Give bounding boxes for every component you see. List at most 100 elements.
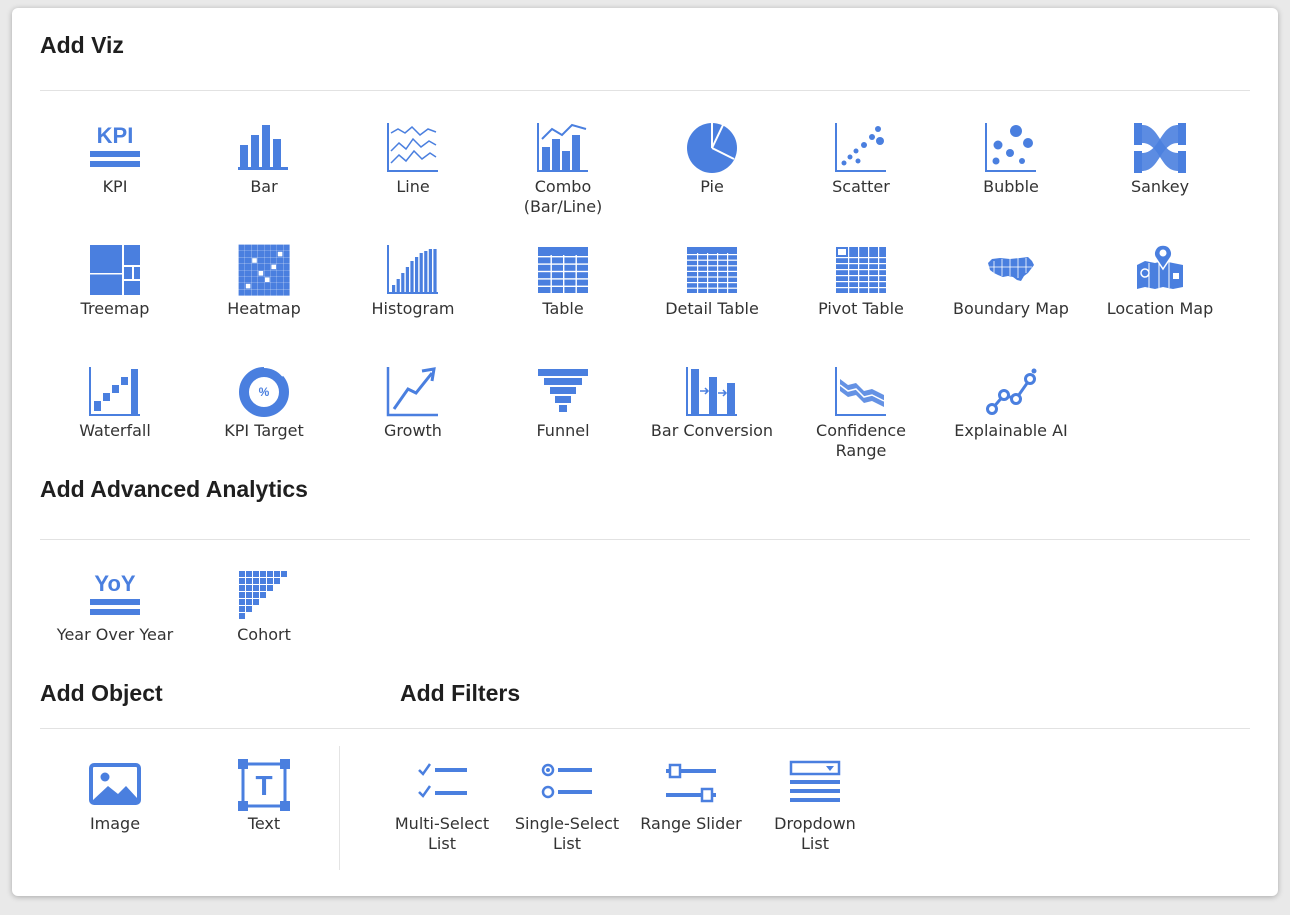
- tile-label: Scatter: [832, 177, 890, 196]
- tile-bubble-chart[interactable]: Bubble: [936, 121, 1086, 197]
- tile-histogram[interactable]: Histogram: [338, 243, 488, 319]
- section-title-add-filters: Add Filters: [400, 680, 521, 706]
- tile-label: Funnel: [536, 421, 590, 440]
- tile-label: Confidence Range: [816, 421, 906, 460]
- tile-label: Histogram: [371, 299, 455, 318]
- tile-scatter-chart[interactable]: Scatter: [786, 121, 936, 197]
- bar-conversion-icon: [685, 365, 739, 419]
- tile-pivot-table[interactable]: Pivot Table: [786, 243, 936, 319]
- tile-label: Image: [89, 814, 141, 833]
- tile-label: Text: [247, 814, 281, 833]
- svg-text:YoY: YoY: [94, 571, 135, 596]
- tile-label: Line: [396, 177, 430, 196]
- tile-label: Location Map: [1106, 299, 1214, 318]
- tile-label: Sankey: [1130, 177, 1190, 196]
- detail-table-icon: [685, 243, 739, 297]
- bubble-chart-icon: [984, 121, 1038, 175]
- tile-table[interactable]: Table: [488, 243, 638, 319]
- tile-pie-chart[interactable]: Pie: [637, 121, 787, 197]
- heatmap-icon: [237, 243, 291, 297]
- histogram-icon: [386, 243, 440, 297]
- confidence-range-icon: [834, 365, 888, 419]
- tile-location-map[interactable]: Location Map: [1085, 243, 1235, 319]
- vertical-divider: [339, 746, 340, 870]
- tile-label: KPI: [102, 177, 128, 196]
- tile-combo-chart[interactable]: Combo (Bar/Line): [488, 121, 638, 217]
- section-title-add-viz: Add Viz: [40, 32, 124, 58]
- tile-detail-table[interactable]: Detail Table: [637, 243, 787, 319]
- tile-label: Bar Conversion: [650, 421, 774, 440]
- pie-chart-icon: [685, 121, 739, 175]
- tile-heatmap[interactable]: Heatmap: [189, 243, 339, 319]
- text-box-icon: T: [237, 758, 291, 812]
- tile-sankey-chart[interactable]: Sankey: [1085, 121, 1235, 197]
- tile-label: Year Over Year: [56, 625, 174, 644]
- growth-chart-icon: [386, 365, 440, 419]
- tile-bar-chart[interactable]: Bar: [189, 121, 339, 197]
- tile-label: Combo (Bar/Line): [523, 177, 603, 216]
- tile-label: KPI Target: [224, 421, 304, 440]
- tile-label: Growth: [384, 421, 442, 440]
- tile-label: Heatmap: [227, 299, 301, 318]
- boundary-map-icon: [984, 243, 1038, 297]
- tile-image[interactable]: Image: [40, 758, 190, 834]
- divider: [40, 539, 1250, 540]
- divider: [40, 90, 1250, 91]
- tile-line-chart[interactable]: Line: [338, 121, 488, 197]
- table-icon: [536, 243, 590, 297]
- bar-chart-icon: [237, 121, 291, 175]
- svg-text:T: T: [255, 770, 272, 801]
- funnel-chart-icon: [536, 365, 590, 419]
- treemap-icon: [88, 243, 142, 297]
- tile-kpi[interactable]: KPI KPI: [40, 121, 190, 197]
- single-select-list-icon: [540, 758, 594, 812]
- dropdown-list-icon: [788, 758, 842, 812]
- tile-dropdown-list[interactable]: Dropdown List: [740, 758, 890, 854]
- kpi-target-icon: %: [237, 365, 291, 419]
- waterfall-chart-icon: [88, 365, 142, 419]
- line-chart-icon: [386, 121, 440, 175]
- svg-text:%: %: [259, 385, 270, 399]
- tile-treemap[interactable]: Treemap: [40, 243, 190, 319]
- tile-text-box[interactable]: T Text: [189, 758, 339, 834]
- tile-label: Detail Table: [665, 299, 759, 318]
- tile-kpi-target[interactable]: % KPI Target: [189, 365, 339, 441]
- multi-select-list-icon: [415, 758, 469, 812]
- location-map-icon: [1133, 243, 1187, 297]
- tile-label: Dropdown List: [774, 814, 856, 853]
- tile-yoy[interactable]: YoY Year Over Year: [40, 569, 190, 645]
- image-icon: [88, 758, 142, 812]
- tile-boundary-map[interactable]: Boundary Map: [936, 243, 1086, 319]
- tile-bar-conversion[interactable]: Bar Conversion: [637, 365, 787, 441]
- add-visualization-panel: Add Viz Add Advanced Analytics Add Objec…: [12, 8, 1278, 896]
- divider: [40, 728, 1250, 729]
- combo-chart-icon: [536, 121, 590, 175]
- pivot-table-icon: [834, 243, 888, 297]
- section-title-add-advanced-analytics: Add Advanced Analytics: [40, 476, 308, 502]
- tile-waterfall-chart[interactable]: Waterfall: [40, 365, 190, 441]
- explainable-ai-icon: [984, 365, 1038, 419]
- tile-explainable-ai[interactable]: Explainable AI: [936, 365, 1086, 441]
- tile-label: Table: [542, 299, 584, 318]
- tile-label: Cohort: [237, 625, 291, 644]
- svg-text:KPI: KPI: [97, 123, 134, 148]
- tile-funnel-chart[interactable]: Funnel: [488, 365, 638, 441]
- sankey-chart-icon: [1133, 121, 1187, 175]
- range-slider-icon: [664, 758, 718, 812]
- tile-label: Waterfall: [79, 421, 151, 440]
- tile-label: Explainable AI: [954, 421, 1068, 440]
- section-title-add-object: Add Object: [40, 680, 163, 706]
- tile-label: Treemap: [80, 299, 150, 318]
- tile-label: Bar: [250, 177, 278, 196]
- tile-label: Boundary Map: [953, 299, 1069, 318]
- scatter-chart-icon: [834, 121, 888, 175]
- yoy-icon: YoY: [88, 569, 142, 623]
- tile-label: Pivot Table: [818, 299, 904, 318]
- tile-cohort[interactable]: Cohort: [189, 569, 339, 645]
- tile-growth-chart[interactable]: Growth: [338, 365, 488, 441]
- cohort-icon: [237, 569, 291, 623]
- tile-confidence-range[interactable]: Confidence Range: [786, 365, 936, 461]
- tile-label: Pie: [700, 177, 724, 196]
- tile-label: Bubble: [983, 177, 1039, 196]
- kpi-icon: KPI: [88, 121, 142, 175]
